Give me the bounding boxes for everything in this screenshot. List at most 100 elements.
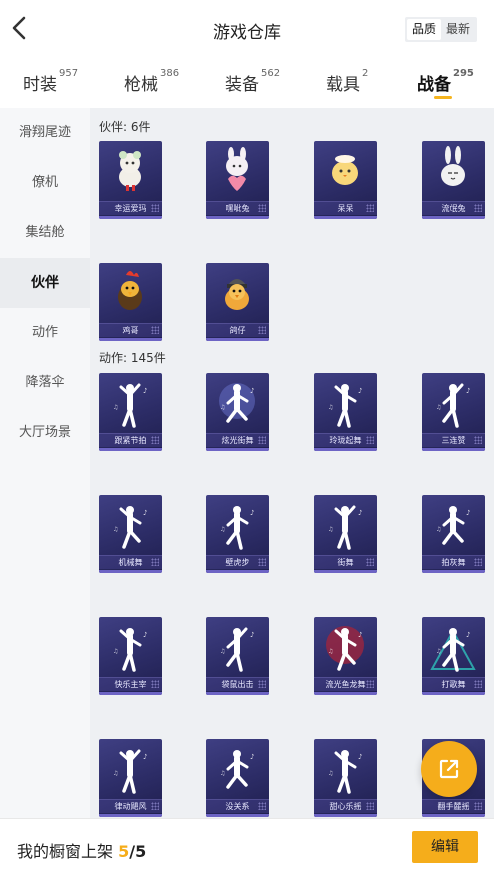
item-grid: 伙伴: 6件 幸运爱玛 嘿呲兔 呆呆 流氓兔 鸡哥 鸽仔 动作: 145件 ♪ ♫ 跟紧节拍 ♪… xyxy=(90,108,494,818)
sidebar-item-assembly-pod[interactable]: 集结舱 xyxy=(0,208,90,258)
tab-label: 枪械 xyxy=(124,75,158,95)
svg-text:♫: ♫ xyxy=(220,404,225,411)
card-corner-pattern xyxy=(151,204,159,212)
tab-vehicles[interactable]: 载具2 xyxy=(326,68,369,95)
tab-count: 295 xyxy=(453,68,474,79)
card-corner-pattern xyxy=(366,558,374,566)
dancer-sweet-icon: ♪ ♫ xyxy=(314,739,377,799)
item-card[interactable]: 鸽仔 xyxy=(206,263,269,341)
tab-count: 562 xyxy=(261,68,281,79)
item-card[interactable]: ♪ ♫ 袋鼠出击 xyxy=(206,617,269,695)
card-corner-pattern xyxy=(151,326,159,334)
item-card[interactable]: ♪ ♫ 壁虎步 xyxy=(206,495,269,573)
card-corner-pattern xyxy=(366,436,374,444)
edit-button[interactable]: 编辑 xyxy=(412,831,478,863)
item-card[interactable]: ♪ ♫ 快乐主宰 xyxy=(99,617,162,695)
item-card[interactable]: ♪ ♫ 甜心乐摇 xyxy=(314,739,377,817)
item-card[interactable]: ♪ ♫ 街舞 xyxy=(314,495,377,573)
card-corner-pattern xyxy=(474,558,482,566)
card-corner-pattern xyxy=(258,802,266,810)
showcase-status: 我的橱窗上架 5/5 xyxy=(17,838,146,862)
dancer-spin-icon: ♪ ♫ xyxy=(314,373,377,433)
item-card[interactable]: ♪ ♫ 机械舞 xyxy=(99,495,162,573)
sidebar-item-parachute[interactable]: 降落伞 xyxy=(0,358,90,408)
sidebar-item-partners[interactable]: 伙伴 xyxy=(0,258,90,308)
tab-label: 时装 xyxy=(23,75,57,95)
tab-label: 战备 xyxy=(417,75,451,95)
dancer-robot-icon: ♪ ♫ xyxy=(99,495,162,555)
sheep-mascot-icon xyxy=(99,141,162,201)
dancer-pose-icon: ♪ ♫ xyxy=(99,373,162,433)
sort-option-latest[interactable]: 最新 xyxy=(441,19,475,40)
footer-bar: 我的橱窗上架 5/5 编辑 xyxy=(0,818,494,875)
card-corner-pattern xyxy=(474,680,482,688)
svg-text:♫: ♫ xyxy=(328,770,333,777)
svg-text:♪: ♪ xyxy=(358,631,362,639)
svg-text:♪: ♪ xyxy=(143,631,147,639)
item-card[interactable]: ♪ ♫ 三连赞 xyxy=(422,373,485,451)
svg-text:♪: ♪ xyxy=(466,631,470,639)
card-corner-pattern xyxy=(151,436,159,444)
svg-text:♪: ♪ xyxy=(358,753,362,761)
active-tab-indicator xyxy=(434,96,452,99)
sidebar-item-wingman[interactable]: 僚机 xyxy=(0,158,90,208)
dancer-step-icon: ♪ ♫ xyxy=(206,495,269,555)
tab-count: 2 xyxy=(362,68,369,79)
tab-equipment[interactable]: 装备562 xyxy=(225,68,281,95)
card-corner-pattern xyxy=(151,680,159,688)
tab-label: 载具 xyxy=(326,75,360,95)
item-card[interactable]: ♪ ♫ 跟紧节拍 xyxy=(99,373,162,451)
svg-text:♫: ♫ xyxy=(220,648,225,655)
item-card[interactable]: 鸡哥 xyxy=(99,263,162,341)
share-button[interactable] xyxy=(421,741,477,797)
sidebar-item-glide-trail[interactable]: 滑翔尾迹 xyxy=(0,108,90,158)
svg-text:♫: ♫ xyxy=(220,770,225,777)
item-card[interactable]: 幸运爱玛 xyxy=(99,141,162,219)
rooster-mascot-icon xyxy=(99,263,162,323)
tab-battle-prep[interactable]: 战备295 xyxy=(417,68,474,95)
dancer-red-icon: ♪ ♫ xyxy=(314,617,377,677)
svg-text:♫: ♫ xyxy=(436,526,441,533)
item-card[interactable]: ♪ ♫ 拍灰舞 xyxy=(422,495,485,573)
item-card[interactable]: 呆呆 xyxy=(314,141,377,219)
tab-count: 386 xyxy=(160,68,180,79)
item-card[interactable]: ♪ ♫ 律动飓风 xyxy=(99,739,162,817)
sidebar-item-lobby-scene[interactable]: 大厅场景 xyxy=(0,408,90,458)
tab-weapons[interactable]: 枪械386 xyxy=(124,68,180,95)
svg-text:♫: ♫ xyxy=(113,526,118,533)
svg-text:♪: ♪ xyxy=(250,509,254,517)
card-corner-pattern xyxy=(151,802,159,810)
svg-text:♫: ♫ xyxy=(436,404,441,411)
item-card[interactable]: 嘿呲兔 xyxy=(206,141,269,219)
sort-toggle: 品质 最新 xyxy=(405,17,477,42)
showcase-label: 我的橱窗上架 xyxy=(17,842,114,861)
svg-text:♫: ♫ xyxy=(113,404,118,411)
dancer-sway-icon: ♪ ♫ xyxy=(99,739,162,799)
item-card[interactable]: ♪ ♫ 流光鱼龙舞 xyxy=(314,617,377,695)
item-card[interactable]: ♪ ♫ 玲珑起舞 xyxy=(314,373,377,451)
card-corner-pattern xyxy=(151,558,159,566)
share-external-icon xyxy=(439,759,459,779)
card-corner-pattern xyxy=(474,436,482,444)
svg-text:♫: ♫ xyxy=(113,648,118,655)
card-corner-pattern xyxy=(258,558,266,566)
svg-text:♫: ♫ xyxy=(328,404,333,411)
dancer-leap-icon: ♪ ♫ xyxy=(99,617,162,677)
sort-option-quality[interactable]: 品质 xyxy=(407,19,441,40)
dancer-glow-icon: ♪ ♫ xyxy=(206,373,269,433)
svg-text:♫: ♫ xyxy=(328,648,333,655)
item-card[interactable]: ♪ ♫ 炫光街舞 xyxy=(206,373,269,451)
tab-label: 装备 xyxy=(225,75,259,95)
tab-fashion[interactable]: 时装957 xyxy=(23,68,78,95)
svg-text:♪: ♪ xyxy=(143,509,147,517)
dancer-dust-icon: ♪ ♫ xyxy=(422,495,485,555)
item-card[interactable]: ♪ ♫ 没关系 xyxy=(206,739,269,817)
sidebar-item-actions[interactable]: 动作 xyxy=(0,308,90,358)
svg-text:♫: ♫ xyxy=(113,770,118,777)
svg-text:♫: ♫ xyxy=(220,526,225,533)
item-card[interactable]: ♪ ♫ 打歌舞 xyxy=(422,617,485,695)
dancer-street-icon: ♪ ♫ xyxy=(314,495,377,555)
item-card[interactable]: 流氓兔 xyxy=(422,141,485,219)
card-corner-pattern xyxy=(366,204,374,212)
svg-text:♪: ♪ xyxy=(466,387,470,395)
